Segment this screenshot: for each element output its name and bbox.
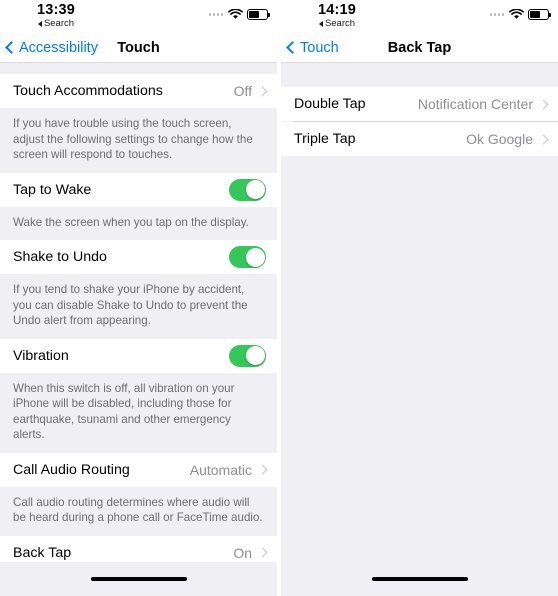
home-indicator[interactable]: [90, 576, 187, 582]
toggle-shake-to-undo[interactable]: [229, 246, 266, 268]
status-bar-back-to-search[interactable]: Search: [294, 18, 380, 29]
row-vibration[interactable]: Vibration: [0, 338, 277, 373]
description-vibration: When this switch is off, all vibration o…: [0, 372, 277, 453]
toggle-knob: [245, 346, 265, 365]
status-bar-clock: 13:39: [36, 2, 76, 18]
home-indicator[interactable]: [371, 576, 468, 582]
status-bar: 13:39 Search: [0, 0, 277, 33]
status-bar-left: 13:39 Search: [13, 2, 99, 29]
row-label: Double Tap: [294, 96, 366, 112]
row-value: Off: [233, 83, 252, 99]
row-label: Triple Tap: [294, 131, 356, 147]
chevron-right-icon: [257, 464, 268, 475]
description-call-audio-routing: Call audio routing determines where audi…: [0, 486, 277, 536]
status-bar: 14:19 Search: [281, 0, 558, 33]
row-value: Automatic: [189, 461, 252, 478]
back-triangle-icon: [37, 20, 42, 27]
row-triple-tap[interactable]: Triple Tap Ok Google: [281, 122, 558, 156]
settings-list: Touch Accommodations Off If you have tro…: [0, 63, 277, 562]
row-shake-to-undo[interactable]: Shake to Undo: [0, 240, 277, 274]
toggle-vibration[interactable]: [229, 344, 266, 367]
status-bar-back-label: Search: [324, 18, 356, 29]
status-bar-back-label: Search: [43, 18, 75, 29]
chevron-right-icon: [257, 86, 268, 96]
wifi-icon: [509, 9, 524, 19]
left-phone-screen: 13:39 Search Accessibility Touch Touch A…: [0, 0, 277, 596]
chevron-right-icon: [538, 99, 549, 109]
toggle-tap-to-wake[interactable]: [229, 178, 266, 201]
battery-icon: [247, 9, 270, 20]
row-label: Shake to Undo: [13, 249, 107, 265]
row-value: On: [233, 544, 252, 561]
list-top-spacer: [0, 63, 277, 74]
row-label: Vibration: [13, 347, 69, 364]
status-bar-back-to-search[interactable]: Search: [13, 18, 99, 29]
row-call-audio-routing[interactable]: Call Audio Routing Automatic: [0, 452, 277, 487]
home-indicator-area: [0, 562, 277, 596]
status-bar-left: 14:19 Search: [294, 2, 380, 29]
right-phone-screen: 14:19 Search Touch Back Tap Double Tap N…: [281, 0, 558, 596]
row-back-tap[interactable]: Back Tap On: [0, 535, 277, 562]
description-shake-to-undo: If you tend to shake your iPhone by acci…: [0, 274, 277, 339]
cellular-signal-icon: [208, 13, 223, 16]
dual-screenshot-container: 13:39 Search Accessibility Touch Touch A…: [0, 0, 558, 596]
row-value: Notification Center: [417, 96, 533, 112]
wifi-icon: [228, 9, 243, 19]
status-bar-clock: 14:19: [317, 2, 357, 18]
list-top-spacer: [281, 63, 558, 87]
row-label: Back Tap: [13, 544, 72, 561]
chevron-right-icon: [257, 547, 268, 558]
description-tap-to-wake: Wake the screen when you tap on the disp…: [0, 206, 277, 240]
chevron-right-icon: [538, 134, 549, 144]
description-touch-accommodations: If you have trouble using the touch scre…: [0, 108, 277, 173]
home-indicator-area: [281, 562, 558, 596]
row-touch-accommodations[interactable]: Touch Accommodations Off: [0, 74, 277, 108]
row-label: Call Audio Routing: [13, 461, 130, 478]
back-triangle-icon: [318, 20, 323, 27]
row-label: Tap to Wake: [13, 181, 92, 198]
settings-list: Double Tap Notification Center Triple Ta…: [281, 63, 558, 562]
toggle-knob: [245, 180, 265, 199]
row-double-tap[interactable]: Double Tap Notification Center: [281, 87, 558, 121]
row-label: Touch Accommodations: [13, 83, 163, 99]
cellular-signal-icon: [489, 13, 504, 16]
row-value: Ok Google: [466, 131, 533, 147]
navigation-bar: Accessibility Touch: [0, 33, 277, 63]
row-tap-to-wake[interactable]: Tap to Wake: [0, 172, 277, 207]
status-bar-right: [489, 9, 551, 20]
status-bar-right: [208, 9, 270, 20]
page-title: Back Tap: [387, 39, 452, 56]
battery-icon: [528, 9, 551, 20]
toggle-knob: [245, 247, 265, 267]
navigation-bar: Touch Back Tap: [281, 33, 558, 63]
page-title: Touch: [117, 39, 160, 56]
